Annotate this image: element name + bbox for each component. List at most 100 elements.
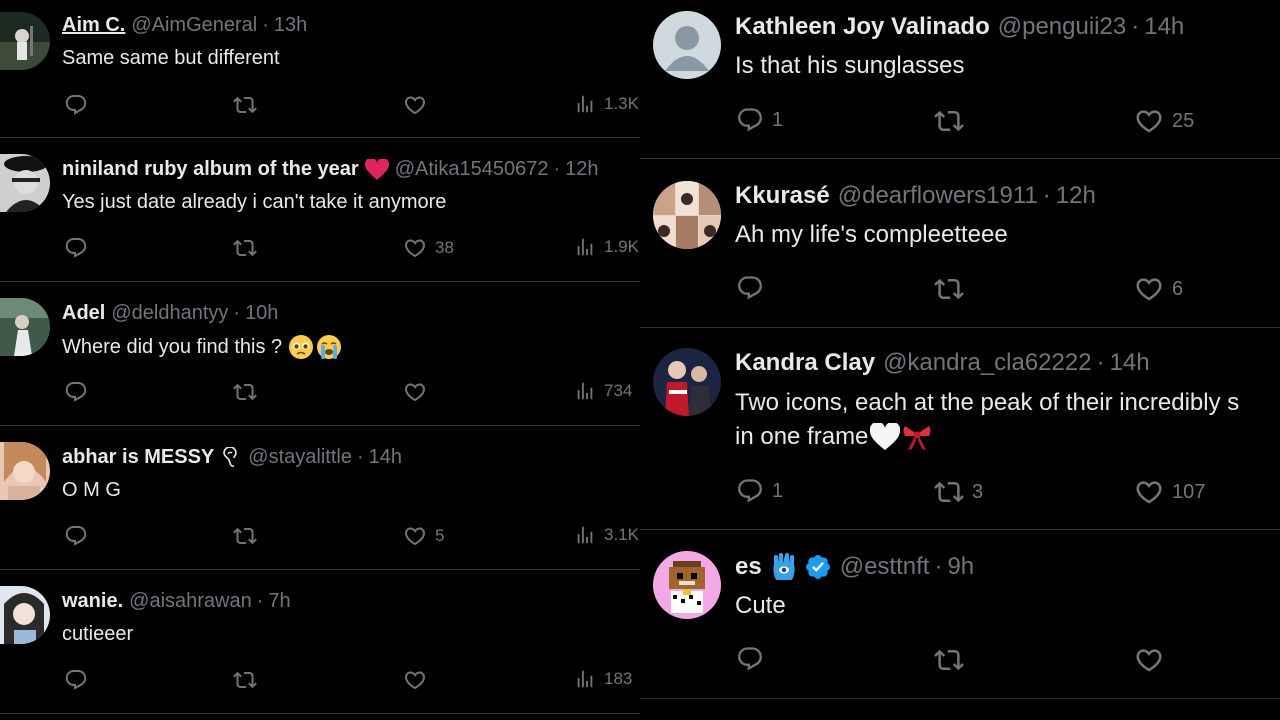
username[interactable]: @esttnft (840, 553, 930, 581)
crying-face-emoji-icon (317, 335, 342, 359)
username[interactable]: @Atika15450672 (395, 158, 549, 181)
timestamp[interactable]: 14h (1144, 13, 1184, 41)
display-name[interactable]: abhar is MESSY (62, 446, 214, 469)
like-button[interactable]: 107 (1134, 477, 1205, 507)
tweet[interactable]: abhar is MESSY @stayalittle · 14h O M G … (0, 426, 640, 569)
reply-button[interactable]: 1 (736, 106, 783, 134)
timestamp[interactable]: 14h (1110, 349, 1150, 377)
username[interactable]: @aisahrawan (129, 590, 252, 613)
username[interactable]: @dearflowers1911 (838, 182, 1038, 210)
tweet-text: Same same but different (62, 47, 280, 69)
tweet-text: Is that his sunglasses (735, 52, 965, 79)
reply-button[interactable] (64, 524, 88, 548)
tweet[interactable]: niniland ruby album of the year @Atika15… (0, 138, 640, 281)
username[interactable]: @stayalittle (248, 446, 352, 469)
avatar[interactable] (653, 181, 721, 249)
timestamp[interactable]: 13h (274, 14, 307, 37)
like-count: 107 (1172, 480, 1206, 503)
reply-count: 1 (772, 479, 784, 502)
display-name[interactable]: Kandra Clay (735, 349, 875, 377)
tweet[interactable]: Aim C. @AimGeneral · 13h Same same but d… (0, 0, 640, 137)
timestamp[interactable]: 9h (947, 553, 974, 581)
reply-icon (64, 93, 88, 117)
views-icon (574, 236, 596, 258)
views-count: 1.3K (604, 94, 639, 113)
reply-button[interactable] (64, 668, 88, 692)
timestamp[interactable]: 12h (1056, 182, 1096, 210)
avatar[interactable] (0, 442, 50, 500)
reply-button[interactable]: 1 (736, 477, 783, 505)
tweet-header: Kathleen Joy Valinado @penguii23 · 14h (735, 13, 1184, 41)
avatar[interactable] (0, 586, 50, 644)
reply-button[interactable] (64, 380, 88, 404)
heart-icon (1134, 274, 1164, 304)
reply-button[interactable] (64, 93, 88, 117)
reply-button[interactable] (64, 236, 88, 260)
heart-icon (1134, 645, 1164, 675)
timestamp[interactable]: 7h (268, 590, 290, 613)
retweet-button[interactable] (233, 668, 257, 692)
reply-count: 1 (772, 108, 784, 131)
username[interactable]: @penguii23 (998, 13, 1126, 41)
display-name[interactable]: Kathleen Joy Valinado (735, 13, 990, 41)
display-name[interactable]: Adel (62, 302, 105, 325)
username[interactable]: @AimGeneral (131, 14, 257, 37)
left-feed: Aim C. @AimGeneral · 13h Same same but d… (0, 0, 640, 720)
retweet-count: 3 (972, 480, 984, 503)
reply-button[interactable] (736, 274, 764, 302)
retweet-button[interactable] (233, 93, 257, 117)
timestamp[interactable]: 10h (245, 302, 278, 325)
tweet[interactable]: es @esttnft · 9h Cute (640, 530, 1280, 698)
avatar[interactable] (653, 551, 721, 619)
like-button[interactable]: 25 (1134, 106, 1194, 136)
like-button[interactable] (403, 93, 427, 117)
like-button[interactable]: 38 (403, 236, 454, 260)
username[interactable]: @kandra_cla62222 (883, 349, 1092, 377)
like-button[interactable]: 6 (1134, 274, 1183, 304)
avatar[interactable] (0, 298, 50, 356)
display-name[interactable]: Kkurasé (735, 182, 830, 210)
retweet-button[interactable] (934, 645, 964, 675)
retweet-icon (233, 524, 257, 548)
views-button[interactable]: 1.3K (574, 93, 639, 115)
red-heart-emoji-icon (364, 158, 389, 180)
retweet-button[interactable] (233, 236, 257, 260)
display-name[interactable]: es (735, 553, 762, 581)
tweet[interactable]: Kandra Clay @kandra_cla62222 · 14h Two i… (640, 328, 1280, 529)
display-name[interactable]: niniland ruby album of the year (62, 158, 359, 181)
views-button[interactable]: 734 (574, 380, 632, 402)
avatar[interactable] (0, 154, 50, 212)
display-name[interactable]: Aim C. (62, 14, 125, 37)
like-button[interactable] (403, 380, 427, 404)
tweet[interactable]: Kkurasé @dearflowers1911 · 12h Ah my lif… (640, 159, 1280, 327)
views-button[interactable]: 1.9K (574, 236, 639, 258)
views-button[interactable]: 3.1K (574, 524, 639, 546)
like-count: 6 (1172, 277, 1184, 300)
avatar[interactable] (0, 12, 50, 70)
reply-button[interactable] (736, 645, 764, 673)
display-name[interactable]: wanie. (62, 590, 123, 613)
reply-icon (64, 380, 88, 404)
tweet-header: Kkurasé @dearflowers1911 · 12h (735, 182, 1096, 210)
timestamp[interactable]: 12h (565, 158, 598, 181)
like-button[interactable]: 5 (403, 524, 444, 548)
separator-dot: · (256, 590, 264, 612)
timestamp[interactable]: 14h (369, 446, 402, 469)
retweet-button[interactable] (934, 106, 964, 136)
retweet-button[interactable] (233, 380, 257, 404)
avatar[interactable] (653, 11, 721, 79)
tweet[interactable]: Kathleen Joy Valinado @penguii23 · 14h I… (640, 0, 1280, 158)
views-button[interactable]: 183 (574, 668, 632, 690)
retweet-button[interactable] (233, 524, 257, 548)
like-button[interactable] (403, 668, 427, 692)
verified-badge-icon[interactable] (804, 553, 832, 581)
tweet[interactable]: wanie. @aisahrawan · 7h cutieeer 183 (0, 570, 640, 713)
heart-icon (403, 524, 427, 548)
white-heart-emoji-icon (870, 423, 901, 450)
tweet[interactable]: Adel @deldhantyy · 10h Where did you fin… (0, 282, 640, 425)
like-button[interactable] (1134, 645, 1164, 675)
username[interactable]: @deldhantyy (111, 302, 228, 325)
avatar[interactable] (653, 348, 721, 416)
retweet-button[interactable] (934, 274, 964, 304)
retweet-button[interactable]: 3 (934, 477, 983, 507)
